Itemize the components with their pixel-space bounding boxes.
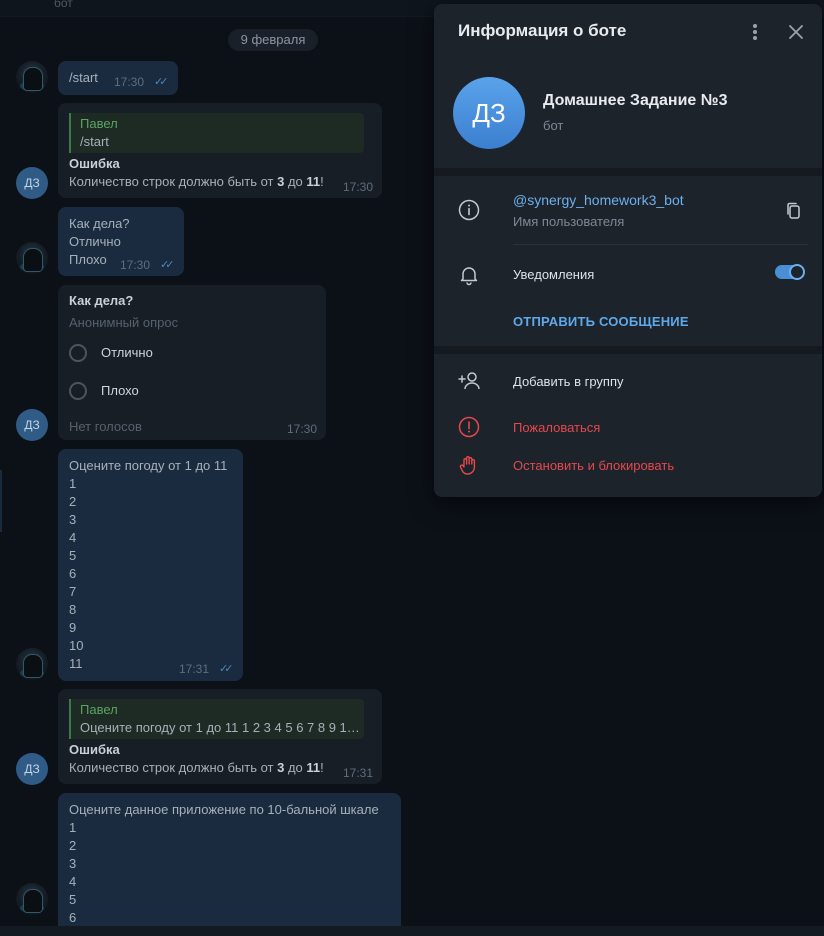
- poll-option[interactable]: Отлично: [101, 344, 153, 362]
- message-line: 3: [69, 856, 77, 871]
- message-bubble[interactable]: Оцените погоду от 1 до 11 1 2 3 4 5 6 7 …: [58, 449, 243, 681]
- reply-quote[interactable]: Павел Оцените погоду от 1 до 11 1 2 3 4 …: [69, 699, 364, 739]
- reply-author: Павел: [80, 702, 118, 717]
- notifications-toggle[interactable]: [775, 264, 805, 280]
- message-line: 1: [69, 820, 77, 835]
- reply-text: Оцените погоду от 1 до 11 1 2 3 4 5 6 7 …: [80, 720, 364, 735]
- message-bubble[interactable]: Как дела? Отлично Плохо 17:30 ✓✓: [58, 207, 184, 276]
- bell-icon: [458, 264, 480, 286]
- message-line: Оцените погоду от 1 до 11: [69, 458, 228, 473]
- message-line: 5: [69, 548, 77, 563]
- bot-status: бот: [543, 118, 564, 133]
- info-icon: [458, 199, 480, 221]
- bot-username[interactable]: @synergy_homework3_bot: [513, 192, 684, 208]
- message-line: 6: [69, 566, 77, 581]
- send-message-button[interactable]: ОТПРАВИТЬ СООБЩЕНИЕ: [513, 314, 689, 329]
- user-avatar[interactable]: [16, 242, 48, 274]
- double-check-icon: ✓✓: [219, 663, 234, 675]
- poll-votes: Нет голосов: [69, 419, 142, 434]
- message-line: 10: [69, 638, 84, 653]
- message-line: 9: [69, 620, 77, 635]
- message-line: 7: [69, 584, 77, 599]
- message-line: Оцените данное приложение по 10-бальной …: [69, 802, 379, 817]
- bot-info-panel: Информация о боте ДЗ Домашнее Задание №3…: [434, 4, 822, 497]
- reply-text: /start: [80, 134, 109, 149]
- message-line: 5: [69, 892, 77, 907]
- user-avatar[interactable]: [16, 883, 48, 915]
- message-text: Количество строк должно быть от 3 до 11!: [69, 174, 324, 189]
- add-user-icon: [458, 370, 480, 392]
- message-title: Ошибка: [69, 156, 120, 171]
- bot-name: Домашнее Задание №3: [543, 92, 728, 109]
- reply-quote[interactable]: Павел /start: [69, 113, 364, 153]
- message-time: 17:31: [343, 766, 374, 780]
- bot-avatar[interactable]: ДЗ: [16, 167, 48, 199]
- message-bubble[interactable]: Павел Оцените погоду от 1 до 11 1 2 3 4 …: [58, 689, 382, 784]
- user-avatar[interactable]: [16, 61, 48, 93]
- poll-question: Как дела?: [69, 293, 134, 308]
- message-text: Количество строк должно быть от 3 до 11!: [69, 760, 324, 775]
- username-label: Имя пользователя: [513, 214, 625, 229]
- add-to-group-button[interactable]: Добавить в группу: [513, 374, 624, 389]
- message-line: Плохо: [69, 252, 107, 267]
- double-check-icon: ✓✓: [160, 259, 175, 271]
- message-text: /start: [69, 70, 98, 85]
- bot-avatar[interactable]: ДЗ: [16, 753, 48, 785]
- message-title: Ошибка: [69, 742, 120, 757]
- message-time: 17:30: [120, 258, 151, 272]
- report-icon: [458, 416, 480, 438]
- notifications-label: Уведомления: [513, 267, 595, 282]
- reply-author: Павел: [80, 116, 118, 131]
- message-time: 17:30: [287, 422, 318, 436]
- stop-hand-icon: [458, 454, 480, 476]
- poll-type: Анонимный опрос: [69, 315, 179, 330]
- stop-and-block-button[interactable]: Остановить и блокировать: [513, 458, 674, 473]
- message-line: 2: [69, 494, 77, 509]
- scroll-edge: [0, 470, 2, 532]
- poll-radio[interactable]: [69, 344, 87, 362]
- bot-avatar[interactable]: ДЗ: [16, 409, 48, 441]
- message-bubble[interactable]: Павел /start Ошибка Количество строк дол…: [58, 103, 382, 198]
- message-line: 4: [69, 874, 77, 889]
- message-line: 2: [69, 838, 77, 853]
- message-time: 17:30: [114, 75, 145, 89]
- message-time: 17:31: [179, 662, 210, 676]
- bot-profile-avatar[interactable]: ДЗ: [453, 77, 525, 149]
- double-check-icon: ✓✓: [154, 76, 169, 88]
- panel-title: Информация о боте: [458, 21, 627, 40]
- close-icon[interactable]: [786, 22, 806, 42]
- section-separator: [434, 168, 822, 176]
- message-line: Отлично: [69, 234, 121, 249]
- copy-icon[interactable]: [784, 201, 804, 221]
- more-vertical-icon[interactable]: [750, 22, 760, 42]
- report-button[interactable]: Пожаловаться: [513, 420, 600, 435]
- message-line: Как дела?: [69, 216, 130, 231]
- date-separator: 9 февраля: [228, 29, 318, 51]
- chat-header-subtitle: бот: [54, 0, 73, 10]
- message-line: 3: [69, 512, 77, 527]
- message-bubble[interactable]: Оцените данное приложение по 10-бальной …: [58, 793, 401, 933]
- composer-edge: [0, 926, 824, 936]
- message-line: 1: [69, 476, 77, 491]
- message-line: 6: [69, 910, 77, 925]
- message-line: 8: [69, 602, 77, 617]
- poll-radio[interactable]: [69, 382, 87, 400]
- poll-option[interactable]: Плохо: [101, 382, 139, 400]
- user-avatar[interactable]: [16, 648, 48, 680]
- poll-bubble: Как дела? Анонимный опрос Отлично Плохо …: [58, 285, 326, 440]
- message-line: 11: [69, 656, 83, 671]
- section-separator: [434, 346, 822, 354]
- message-time: 17:30: [343, 180, 374, 194]
- message-bubble[interactable]: /start 17:30 ✓✓: [58, 61, 178, 95]
- message-line: 4: [69, 530, 77, 545]
- row-divider: [513, 244, 808, 245]
